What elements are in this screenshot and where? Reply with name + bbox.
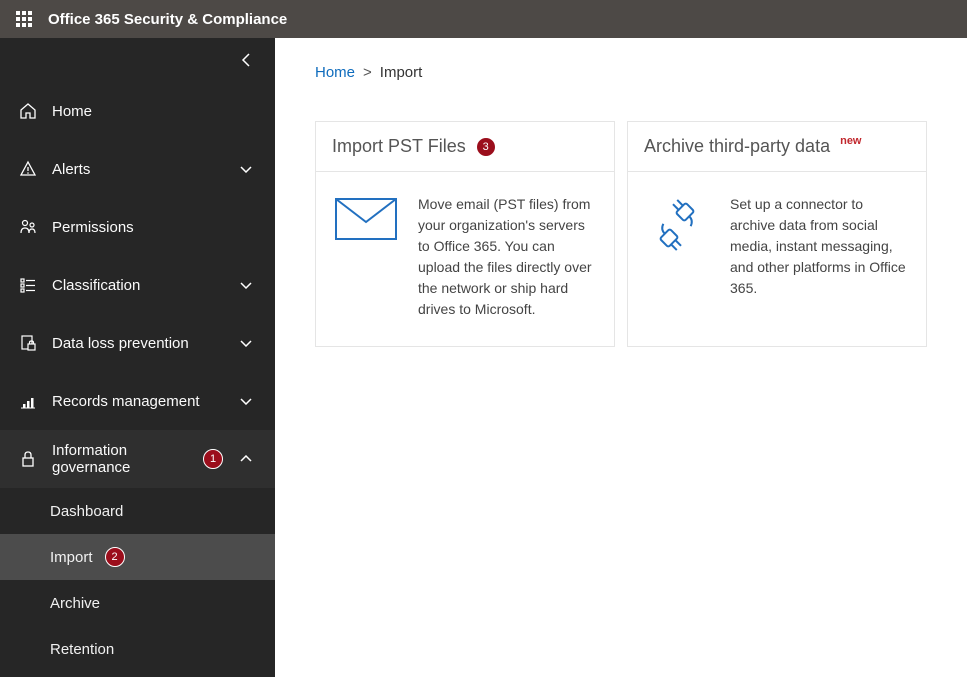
sidebar-item-dlp[interactable]: Data loss prevention [0, 314, 275, 372]
chevron-down-icon [237, 165, 255, 173]
sidebar-subitem-label: Dashboard [50, 503, 123, 520]
app-launcher-icon[interactable] [16, 11, 32, 27]
sidebar-item-permissions[interactable]: Permissions [0, 198, 275, 256]
connector-icon [646, 194, 710, 254]
breadcrumb: Home > Import [315, 64, 927, 81]
sidebar-item-label: Home [52, 103, 255, 120]
card-archive-third-party[interactable]: Archive third-party data new [627, 121, 927, 347]
sidebar-item-label: Permissions [52, 219, 255, 236]
card-header: Archive third-party data new [628, 122, 926, 172]
step-badge: 3 [476, 137, 496, 157]
card-description: Set up a connector to archive data from … [730, 194, 908, 299]
sidebar-collapse-button[interactable] [0, 38, 275, 82]
records-icon [18, 391, 38, 411]
sidebar-subitem-label: Archive [50, 595, 100, 612]
sidebar-subitem-retention[interactable]: Retention [0, 626, 275, 672]
sidebar-item-alerts[interactable]: Alerts [0, 140, 275, 198]
sidebar-subitem-archive[interactable]: Archive [0, 580, 275, 626]
app-title: Office 365 Security & Compliance [48, 11, 287, 28]
sidebar-subitem-label: Import [50, 549, 93, 566]
chevron-up-icon [237, 455, 255, 463]
permissions-icon [18, 217, 38, 237]
chevron-down-icon [237, 397, 255, 405]
sidebar-item-information-governance[interactable]: Information governance 1 [0, 430, 275, 488]
sidebar: Home Alerts Permissions Classification [0, 38, 275, 677]
chevron-down-icon [237, 339, 255, 347]
sidebar-subitem-label: Retention [50, 641, 114, 658]
breadcrumb-home-link[interactable]: Home [315, 64, 355, 81]
lock-icon [18, 449, 38, 469]
classification-icon [18, 275, 38, 295]
new-tag: new [840, 135, 861, 147]
chevron-left-icon [241, 52, 251, 68]
breadcrumb-separator: > [363, 64, 372, 81]
sidebar-subitem-import[interactable]: Import 2 [0, 534, 275, 580]
sidebar-item-home[interactable]: Home [0, 82, 275, 140]
alert-icon [18, 159, 38, 179]
card-description: Move email (PST files) from your organiz… [418, 194, 596, 320]
card-title: Archive third-party data [644, 136, 830, 157]
cards-row: Import PST Files 3 Move email (PST files… [315, 121, 927, 347]
chevron-down-icon [237, 281, 255, 289]
sidebar-item-label: Data loss prevention [52, 335, 223, 352]
home-icon [18, 101, 38, 121]
sidebar-item-records[interactable]: Records management [0, 372, 275, 430]
sidebar-subitem-dashboard[interactable]: Dashboard [0, 488, 275, 534]
sidebar-item-label: Information governance [52, 442, 189, 476]
topbar: Office 365 Security & Compliance [0, 0, 967, 38]
sidebar-item-label: Records management [52, 393, 223, 410]
sidebar-item-label: Classification [52, 277, 223, 294]
sidebar-item-label: Alerts [52, 161, 223, 178]
main-content: Home > Import Import PST Files 3 Move em… [275, 38, 967, 677]
card-header: Import PST Files 3 [316, 122, 614, 172]
step-badge: 1 [203, 449, 223, 469]
envelope-icon [334, 194, 398, 240]
card-import-pst[interactable]: Import PST Files 3 Move email (PST files… [315, 121, 615, 347]
sidebar-item-classification[interactable]: Classification [0, 256, 275, 314]
breadcrumb-current: Import [380, 64, 423, 81]
card-title: Import PST Files [332, 136, 466, 157]
dlp-icon [18, 333, 38, 353]
step-badge: 2 [105, 547, 125, 567]
